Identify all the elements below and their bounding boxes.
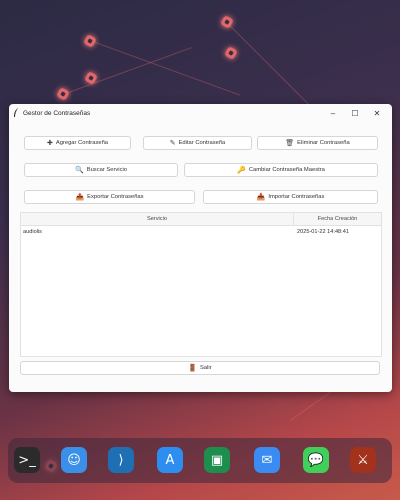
messages-icon[interactable]: 💬 bbox=[303, 447, 329, 473]
change-master-password-button[interactable]: 🔑 Cambiar Contraseña Maestra bbox=[184, 163, 378, 177]
maximize-button[interactable]: ☐ bbox=[344, 109, 366, 118]
export-passwords-button[interactable]: 📤 Exportar Contraseñas bbox=[24, 190, 195, 204]
search-service-button[interactable]: 🔍 Buscar Servicio bbox=[24, 163, 178, 177]
title-bar[interactable]: Gestor de Contraseñas – ☐ ✕ bbox=[9, 106, 392, 120]
plus-icon: ✚ bbox=[46, 140, 53, 147]
export-icon: 📤 bbox=[75, 194, 85, 201]
window-title: Gestor de Contraseñas bbox=[23, 109, 91, 117]
passwords-table[interactable]: Servicio Fecha Creación audiolis 2025-01… bbox=[20, 212, 382, 357]
pencil-icon: ✎ bbox=[169, 140, 176, 147]
delete-password-button[interactable]: 🗑 Eliminar Contraseña bbox=[257, 136, 378, 150]
key-icon: 🔑 bbox=[237, 167, 246, 174]
exit-button[interactable]: 🚪 Salir bbox=[20, 361, 380, 375]
import-icon: 📥 bbox=[256, 194, 266, 201]
classroom-icon[interactable]: ▣ bbox=[204, 447, 230, 473]
minimize-button[interactable]: – bbox=[322, 109, 344, 118]
column-header-service[interactable]: Servicio bbox=[21, 213, 294, 225]
add-password-button[interactable]: ✚ Agregar Contraseña bbox=[24, 136, 131, 150]
vscode-icon[interactable]: ⟩ bbox=[108, 447, 134, 473]
trash-icon: 🗑 bbox=[285, 140, 295, 147]
search-icon: 🔍 bbox=[75, 167, 84, 174]
finder-icon[interactable]: ☺ bbox=[61, 447, 87, 473]
app-store-icon[interactable]: A bbox=[157, 447, 183, 473]
terminal-icon[interactable]: >_ bbox=[14, 447, 40, 473]
app-window: Gestor de Contraseñas – ☐ ✕ ✚ Agregar Co… bbox=[9, 104, 392, 392]
dock: >_ ☺ ⟩ A ▣ ✉ 💬 ⚔ bbox=[8, 438, 392, 483]
game-icon[interactable]: ⚔ bbox=[350, 447, 376, 473]
import-passwords-button[interactable]: 📥 Importar Contraseñas bbox=[203, 190, 378, 204]
edit-password-button[interactable]: ✎ Editar Contraseña bbox=[143, 136, 252, 150]
door-icon: 🚪 bbox=[188, 365, 198, 372]
date-cell: 2025-01-22 14:48:41 bbox=[297, 228, 349, 235]
column-header-date[interactable]: Fecha Creación bbox=[294, 213, 381, 225]
close-button[interactable]: ✕ bbox=[366, 109, 388, 118]
mail-icon[interactable]: ✉ bbox=[254, 447, 280, 473]
service-cell: audiolis bbox=[23, 228, 42, 235]
table-header: Servicio Fecha Creación bbox=[21, 213, 381, 226]
feather-icon bbox=[14, 108, 18, 117]
table-row[interactable]: audiolis 2025-01-22 14:48:41 bbox=[21, 226, 381, 237]
